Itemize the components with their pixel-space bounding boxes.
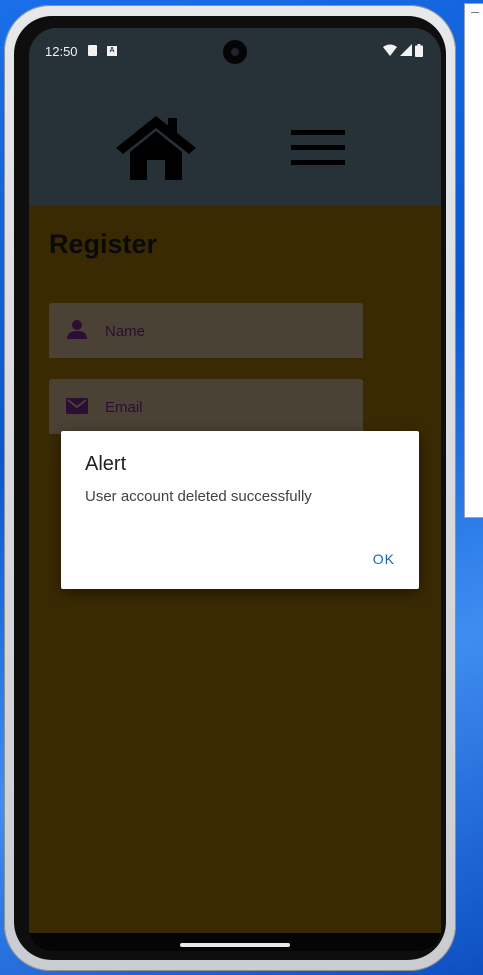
alert-dialog: Alert User account deleted successfully … bbox=[61, 431, 419, 589]
ok-button[interactable]: OK bbox=[373, 551, 395, 567]
background-window[interactable] bbox=[464, 3, 483, 518]
dialog-message: User account deleted successfully bbox=[85, 488, 312, 505]
dialog-title: Alert bbox=[85, 453, 127, 475]
desktop-background: 12:50 A Register Name Email Alert User a… bbox=[0, 0, 483, 975]
phone-bezel: 12:50 A Register Name Email Alert User a… bbox=[14, 16, 446, 960]
phone-frame: 12:50 A Register Name Email Alert User a… bbox=[4, 5, 456, 971]
window-edge-mark bbox=[471, 12, 479, 13]
phone-screen: 12:50 A Register Name Email Alert User a… bbox=[29, 28, 441, 951]
